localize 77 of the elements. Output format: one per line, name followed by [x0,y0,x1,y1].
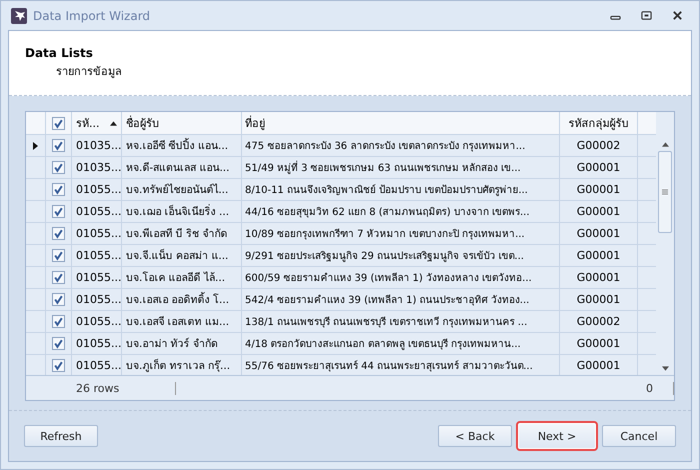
table-cell: G00001 [576,359,620,372]
table-cell-text: 10/89 ซอยกรุงเทพกรีฑา 7 หัวหมาก เขตบางกะปิ กรุงเทพมหา... [245,228,525,241]
table-cell-text: บจ.เอสจี เอสเตท แม... [126,315,230,330]
row-indicator-icon [33,142,38,150]
table-cell: G00001 [576,161,620,174]
table-cell: 01055... [76,337,121,350]
table-cell-text: 4/18 ตรอกวัดบางสะแกนอก ตลาดพลู เขตธนบุรี กรุงเทพมหาน... [245,338,521,351]
column-header[interactable]: รหั... [76,114,100,132]
table-cell-text: 600/59 ซอยรามคำแหง 39 (เทพลีลา 1) วังทองหลาง เขตวังทอ... [245,272,532,285]
table-cell: G00002 [576,139,620,152]
table-cell: 01035... [76,139,121,152]
table-cell-text: บจ.พีเอสที บี ริช จำกัด [126,227,228,242]
table-cell-text: บจ.จี.แน็บ คอสม่า แ... [126,248,228,264]
table-cell: 01055... [76,359,121,372]
table-cell: 01035... [76,161,121,174]
table-cell: G00001 [576,205,620,218]
table-cell-text: บจ.ภูเก็ต ทราเวล กรุ๊... [126,358,230,374]
wizard-button[interactable]: < Back [438,425,512,447]
table-cell-text: บจ.โอเค แอลอีดี ไล้... [126,270,226,286]
table-cell-text: 44/16 ซอยสุขุมวิท 62 แยก 8 (สามภพนฤมิตร) บางจาก เขตพร... [245,206,530,219]
table-cell: 01055... [76,315,121,328]
column-header[interactable]: ชื่อผู้รับ [126,114,159,132]
total-value: 0 [646,382,653,395]
checkbox[interactable] [52,183,65,196]
checkbox[interactable] [52,293,65,306]
table-cell-text: บจ.อาม่า ทัวร์ จำกัด [126,336,218,352]
table-cell: G00001 [576,337,620,350]
checkbox[interactable] [52,161,65,174]
column-header[interactable]: ที่อยู่ [245,114,265,132]
checkbox[interactable] [52,337,65,350]
table-cell: หจ.เออีซี ซีปปิ้ง แอน... [126,137,228,154]
checkbox[interactable] [52,271,65,284]
checkbox[interactable] [52,205,65,218]
column-header[interactable]: รหัสกลุ่มผู้รับ [568,114,628,132]
sort-icon [110,120,117,126]
table-cell-text: หจ.ดี-สแตนเลส แอน... [126,161,230,176]
table-cell-text: 9/291 ซอยประเสริฐมนูกิจ 29 ถนนประเสริฐมนูกิจ จรเข้บัว เขต... [245,250,524,263]
table-cell-text: 475 ซอยลาดกระบัง 36 ลาดกระบัง เขตลาดกระบัง กรุงเทพมหา... [245,140,526,153]
row-count: 26 rows [76,382,120,395]
table-cell-text: 542/4 ซอยรามคำแหง 39 (เทพลีลา 1) ถนนประชาอุทิศ วังทอง... [245,294,530,307]
checkbox[interactable] [52,139,65,152]
table-cell-text: บจ.ทรัพย์ไชยอนันต์ไ... [126,182,228,198]
table-cell: 01055... [76,271,121,284]
checkbox[interactable] [52,315,65,328]
table-cell: บจ.เอสเอ ออดิทติ้ง โ... [126,291,230,308]
window-title: Data Import Wizard [33,8,150,22]
table-cell: บจ.เฌอ เอ็นจิเนียริ่ง ... [126,203,230,220]
wizard-button[interactable]: Refresh [24,425,98,447]
table-cell: G00002 [576,315,620,328]
checkbox[interactable] [52,227,65,240]
table-cell: 01055... [76,205,121,218]
maximize-icon[interactable] [641,10,652,21]
table-cell: 01055... [76,227,121,240]
scroll-down-icon[interactable] [662,366,668,372]
table-cell: G00001 [576,271,620,284]
checkbox[interactable] [52,116,65,130]
page-subtitle: รายการข้อมูล [55,64,123,80]
wizard-button[interactable]: Next > [518,423,596,449]
table-cell: 01055... [76,183,121,196]
table-cell: 01055... [76,249,121,262]
wizard-button[interactable]: Cancel [602,425,676,447]
table-cell: G00001 [576,183,620,196]
app-icon [11,8,27,24]
close-icon[interactable] [672,10,683,21]
table-cell: G00001 [576,249,620,262]
table-cell: G00001 [576,227,620,240]
page-title: Data Lists [25,46,94,60]
scroll-up-icon[interactable] [662,142,668,147]
table-cell: 01055... [76,293,121,306]
checkbox[interactable] [52,249,65,262]
grip-icon [662,189,668,195]
table-cell: G00001 [576,293,620,306]
table-cell-text: 8/10-11 ถนนจึงเจริญพาณิชย์ ป้อมปราบ เขตป้อมปราบศัตรูพ่าย... [245,183,528,197]
table-cell-text: 138/1 ถนนเพชรบุรี ถนนเพชรบุรี เขตราชเทวี กรุงเทพมหานคร ... [245,316,528,329]
checkbox[interactable] [52,359,65,372]
table-cell-text: 55/76 ซอยพระยาสุเรนทร์ 44 ถนนพระยาสุเรนทร์ สามวาตะวันต... [245,359,533,373]
table-cell: 51/49 หมู่ที่ 3 ซอยเพชรเกษม 63 ถนนเพชรเกษม หลักสอง เข... [245,160,521,175]
